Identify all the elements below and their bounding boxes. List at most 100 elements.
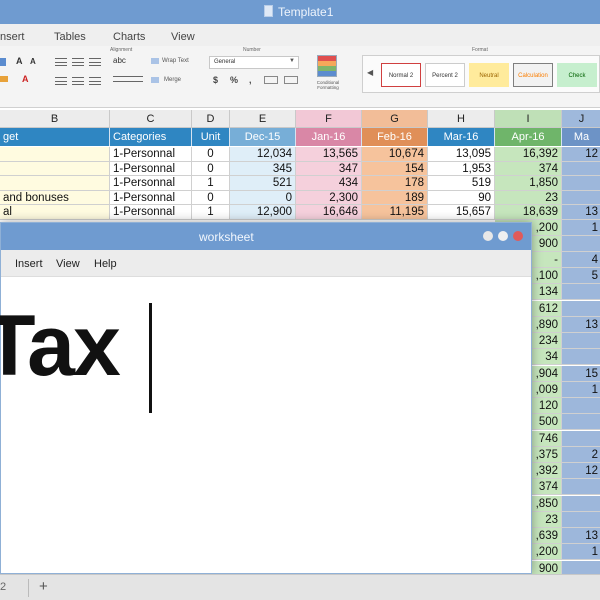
column-header-e[interactable]: E: [230, 110, 296, 128]
table-cell[interactable]: [562, 176, 600, 191]
increase-font-button[interactable]: A: [16, 56, 23, 66]
fill-color-button[interactable]: [0, 76, 8, 82]
document-text[interactable]: Tax: [0, 297, 121, 396]
column-header-i[interactable]: I: [495, 110, 562, 128]
table-cell[interactable]: 0: [192, 161, 230, 176]
column-header-d[interactable]: D: [192, 110, 230, 128]
font-color-swatch[interactable]: [0, 58, 6, 66]
table-cell[interactable]: [562, 479, 600, 496]
table-cell[interactable]: 347: [296, 161, 362, 176]
header-cell[interactable]: get: [0, 128, 110, 146]
table-cell[interactable]: 1: [192, 176, 230, 191]
table-cell[interactable]: [562, 235, 600, 252]
merge-icon[interactable]: [151, 77, 159, 83]
front-window-titlebar[interactable]: worksheet: [1, 223, 531, 250]
style-neutral[interactable]: Neutral: [469, 63, 509, 87]
menu-insert[interactable]: Insert: [15, 258, 43, 270]
table-cell[interactable]: 154: [362, 161, 428, 176]
merge-label[interactable]: Merge: [164, 77, 181, 83]
table-cell[interactable]: [562, 414, 600, 431]
table-cell[interactable]: 0: [230, 190, 296, 205]
table-cell[interactable]: 23: [495, 190, 562, 205]
column-header-f[interactable]: F: [296, 110, 362, 128]
conditional-formatting-icon[interactable]: [317, 55, 337, 77]
table-cell[interactable]: [562, 398, 600, 415]
table-cell[interactable]: 1: [192, 205, 230, 220]
table-cell[interactable]: 1-Personnal: [110, 176, 192, 191]
table-cell[interactable]: 0: [192, 190, 230, 205]
text-color-button[interactable]: A: [22, 74, 29, 84]
column-header-c[interactable]: C: [110, 110, 192, 128]
table-cell[interactable]: 1,850: [495, 176, 562, 191]
table-cell[interactable]: [562, 430, 600, 447]
table-cell[interactable]: 13,565: [296, 147, 362, 162]
style-calculation[interactable]: Calculation: [513, 63, 553, 87]
style-normal-2[interactable]: Normal 2: [381, 63, 421, 87]
table-cell[interactable]: [0, 147, 110, 162]
column-header-h[interactable]: H: [428, 110, 495, 128]
table-cell[interactable]: 12,900: [230, 205, 296, 220]
table-cell[interactable]: al: [0, 205, 110, 220]
sheet-tab[interactable]: 2: [0, 581, 6, 593]
table-cell[interactable]: 1: [562, 219, 600, 236]
currency-button[interactable]: $: [213, 75, 218, 85]
indent-icon[interactable]: [113, 76, 143, 82]
table-cell[interactable]: 1-Personnal: [110, 147, 192, 162]
number-format-select[interactable]: General ▼: [209, 56, 299, 69]
minimize-button[interactable]: [483, 231, 493, 241]
table-cell[interactable]: 374: [495, 161, 562, 176]
table-cell[interactable]: 178: [362, 176, 428, 191]
table-cell[interactable]: 0: [192, 147, 230, 162]
table-cell[interactable]: 1: [562, 544, 600, 561]
decrease-decimal-icon[interactable]: [264, 76, 278, 84]
column-header-g[interactable]: G: [362, 110, 428, 128]
table-cell[interactable]: 12: [562, 463, 600, 480]
table-cell[interactable]: 1-Personnal: [110, 161, 192, 176]
header-cell[interactable]: Categories: [110, 128, 192, 146]
table-cell[interactable]: and bonuses: [0, 190, 110, 205]
gallery-left-arrow-icon[interactable]: ◀: [367, 68, 373, 77]
header-cell[interactable]: Ma: [562, 128, 600, 146]
conditional-formatting-label[interactable]: Conditional Formatting: [312, 80, 344, 90]
tab-view[interactable]: View: [171, 31, 195, 43]
table-cell[interactable]: 13: [562, 205, 600, 220]
menu-view[interactable]: View: [56, 258, 80, 270]
align-top-icon[interactable]: [55, 58, 67, 66]
close-button[interactable]: [513, 231, 523, 241]
table-cell[interactable]: 11,195: [362, 205, 428, 220]
table-cell[interactable]: 13: [562, 528, 600, 545]
table-cell[interactable]: 13,095: [428, 147, 495, 162]
table-cell[interactable]: 2,300: [296, 190, 362, 205]
table-cell[interactable]: 1,953: [428, 161, 495, 176]
table-cell[interactable]: 519: [428, 176, 495, 191]
table-cell[interactable]: 345: [230, 161, 296, 176]
align-middle-icon[interactable]: [72, 58, 84, 66]
table-cell[interactable]: 16,392: [495, 147, 562, 162]
table-cell[interactable]: 1-Personnal: [110, 205, 192, 220]
table-cell[interactable]: 1-Personnal: [110, 190, 192, 205]
table-cell[interactable]: 18,639: [495, 205, 562, 220]
tab-tables[interactable]: Tables: [54, 31, 86, 43]
table-cell[interactable]: 1: [562, 381, 600, 398]
table-cell[interactable]: [562, 300, 600, 317]
percent-button[interactable]: %: [230, 75, 238, 85]
table-cell[interactable]: 521: [230, 176, 296, 191]
align-right-icon[interactable]: [89, 77, 101, 85]
table-cell[interactable]: 12: [562, 147, 600, 162]
increase-decimal-icon[interactable]: [284, 76, 298, 84]
style-percent-2[interactable]: Percent 2: [425, 63, 465, 87]
table-cell[interactable]: 15,657: [428, 205, 495, 220]
table-cell[interactable]: [562, 511, 600, 528]
table-cell[interactable]: [562, 495, 600, 512]
table-cell[interactable]: [562, 349, 600, 366]
thousands-button[interactable]: ,: [249, 75, 252, 85]
column-header-b[interactable]: B: [0, 110, 110, 128]
tab-insert[interactable]: nsert: [0, 31, 24, 43]
wrap-text-label[interactable]: Wrap Text: [162, 58, 189, 64]
orientation-button[interactable]: abc: [113, 56, 126, 65]
header-cell[interactable]: Unit: [192, 128, 230, 146]
table-cell[interactable]: 4: [562, 251, 600, 268]
align-center-icon[interactable]: [72, 77, 84, 85]
add-sheet-button[interactable]: +: [39, 578, 48, 595]
table-cell[interactable]: 5: [562, 268, 600, 285]
